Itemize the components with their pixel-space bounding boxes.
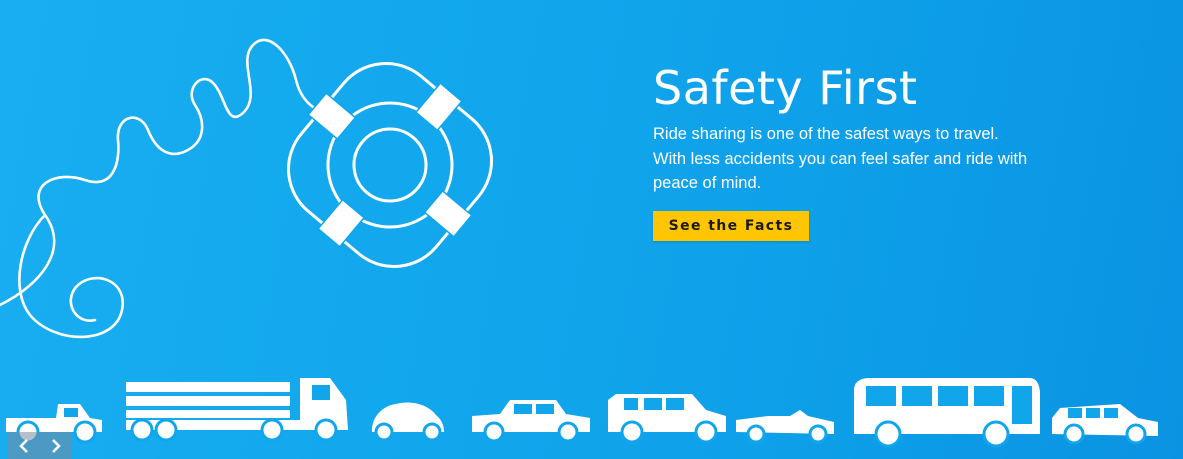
rope-and-life-ring-illustration xyxy=(0,38,493,339)
slider-nav xyxy=(8,432,72,459)
sedan-icon xyxy=(472,400,590,443)
convertible-icon xyxy=(736,410,834,444)
see-the-facts-button[interactable]: See the Facts xyxy=(653,211,809,241)
vehicles-row xyxy=(6,378,1158,448)
suv-icon xyxy=(608,394,726,444)
rope-line xyxy=(0,38,332,339)
hero-title: Safety First xyxy=(653,61,918,115)
bus-icon xyxy=(854,378,1040,448)
previous-slide-button[interactable] xyxy=(8,432,40,459)
chevron-left-icon xyxy=(19,438,28,453)
hero-banner: Safety First Ride sharing is one of the … xyxy=(0,0,1183,459)
flatbed-truck-icon xyxy=(126,378,348,442)
life-ring-icon xyxy=(287,62,493,268)
beetle-car-icon xyxy=(372,402,444,442)
chevron-right-icon xyxy=(52,438,61,453)
next-slide-button[interactable] xyxy=(40,432,72,459)
hero-copy: Safety First Ride sharing is one of the … xyxy=(653,60,1073,196)
hero-body-text: Ride sharing is one of the safest ways t… xyxy=(653,125,1028,192)
station-wagon-icon xyxy=(1052,404,1158,445)
